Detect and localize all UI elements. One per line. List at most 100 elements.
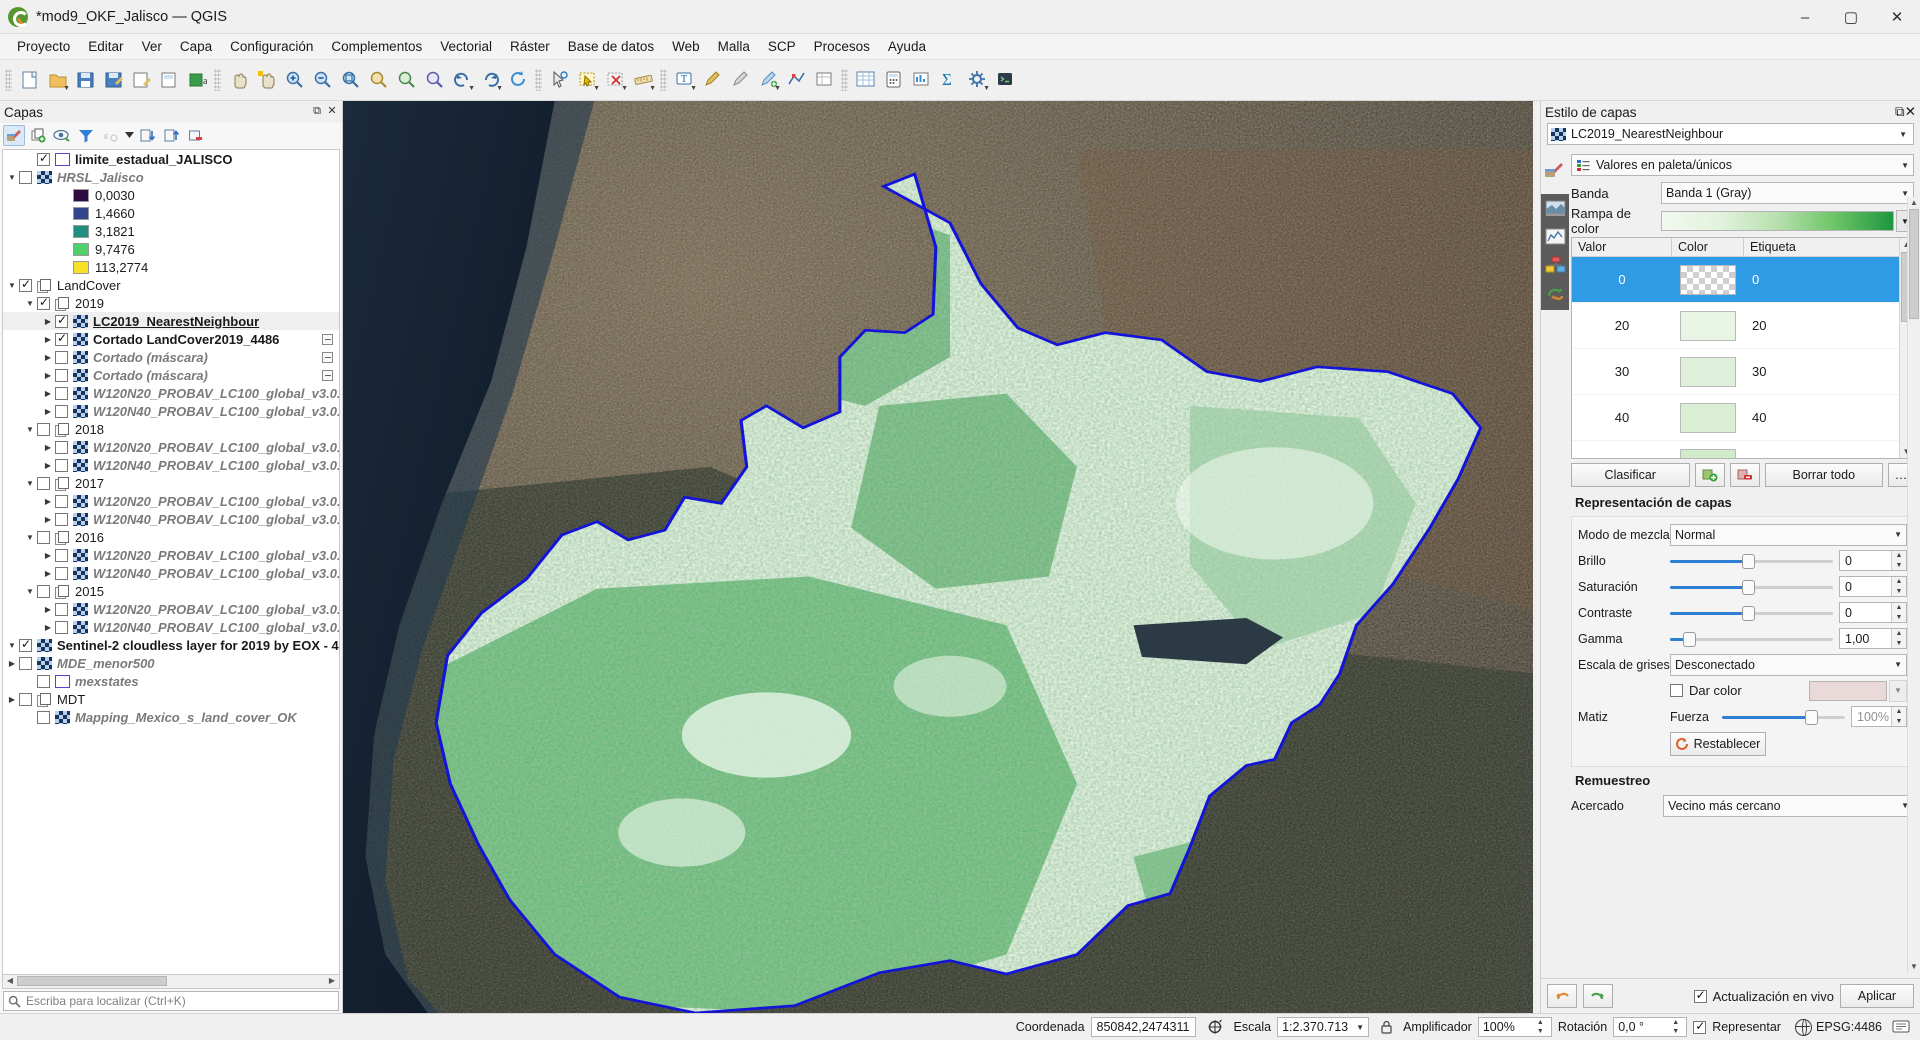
zoom-out-icon[interactable] xyxy=(309,67,335,93)
saturation-slider[interactable] xyxy=(1670,577,1833,597)
blend-mode-select[interactable]: Normal ▼ xyxy=(1670,523,1907,546)
chevron-right-icon[interactable]: ▶ xyxy=(41,389,55,398)
layer-tree-row[interactable]: ▶ Cortado LandCover2019_4486 xyxy=(3,330,339,348)
layer-visibility-checkbox[interactable] xyxy=(37,710,50,724)
style-panel-scrollbar[interactable]: ▲ ▼ xyxy=(1907,197,1920,973)
tab-rendering[interactable] xyxy=(1545,256,1566,276)
close-icon[interactable]: ✕ xyxy=(1905,104,1916,120)
layer-tree-row[interactable]: ▼ HRSL_Jalisco xyxy=(3,168,339,186)
label-cell[interactable]: 50 xyxy=(1744,456,1913,458)
menu-complementos[interactable]: Complementos xyxy=(322,36,431,57)
chevron-right-icon[interactable]: ▶ xyxy=(41,569,55,578)
scroll-down-icon[interactable]: ▼ xyxy=(1908,961,1920,973)
colorize-color-button[interactable] xyxy=(1809,680,1887,701)
color-swatch[interactable] xyxy=(1680,356,1736,387)
menu-vectorial[interactable]: Vectorial xyxy=(431,36,501,57)
layer-visibility-checkbox[interactable] xyxy=(37,674,50,688)
menu-scp[interactable]: SCP xyxy=(759,36,805,57)
undock-icon[interactable]: ⧉ xyxy=(311,106,323,118)
toolbar-grip[interactable] xyxy=(841,68,848,91)
menu-capa[interactable]: Capa xyxy=(171,36,221,57)
label-cell[interactable]: 0 xyxy=(1744,272,1913,287)
field-calculator-icon[interactable] xyxy=(880,67,906,93)
scroll-left-icon[interactable]: ◀ xyxy=(3,975,17,987)
scroll-right-icon[interactable]: ▶ xyxy=(325,975,339,987)
tab-transparency[interactable] xyxy=(1545,200,1566,220)
sum-icon[interactable]: Σ xyxy=(936,67,962,93)
layer-tree-row[interactable]: ▶ W120N20_PROBAV_LC100_global_v3.0. xyxy=(3,492,339,510)
layout-manager-icon[interactable] xyxy=(156,67,182,93)
new-print-layout-icon[interactable] xyxy=(128,67,154,93)
chevron-right-icon[interactable]: ▶ xyxy=(41,605,55,614)
zoom-native-icon[interactable] xyxy=(421,67,447,93)
contrast-spinbox[interactable]: 0 ▲ ▼ xyxy=(1839,602,1907,623)
layer-tree-row[interactable]: ▼ Sentinel-2 cloudless layer for 2019 by … xyxy=(3,636,339,654)
tab-undo-redo[interactable] xyxy=(1545,284,1566,304)
layer-visibility-checkbox[interactable] xyxy=(55,602,68,616)
chevron-down-icon[interactable]: ▼ xyxy=(23,425,37,434)
crs-status[interactable]: EPSG:4486 xyxy=(1794,1018,1882,1036)
color-cell[interactable] xyxy=(1672,310,1744,341)
layer-visibility-checkbox[interactable] xyxy=(19,170,32,184)
layer-tree-row[interactable]: ▶ MDE_menor500 xyxy=(3,654,339,672)
zoom-selection-icon[interactable] xyxy=(365,67,391,93)
value-table-row[interactable]: 20 20 xyxy=(1572,303,1913,349)
layer-tree-row[interactable]: 9,7476 xyxy=(3,240,339,258)
toolbar-grip[interactable] xyxy=(535,68,542,91)
chevron-down-icon[interactable]: ▼ xyxy=(63,85,70,92)
pan-to-selection-icon[interactable] xyxy=(253,67,279,93)
chevron-down-icon[interactable]: ▼ xyxy=(690,85,697,92)
menu-editar[interactable]: Editar xyxy=(79,36,132,57)
spinner-arrows[interactable]: ▲ ▼ xyxy=(1891,577,1906,596)
layer-tree-row[interactable]: ▶ W120N40_PROBAV_LC100_global_v3.0. xyxy=(3,618,339,636)
chevron-down-icon[interactable]: ▼ xyxy=(774,85,781,92)
layer-tree-row[interactable]: ▼ 2016 xyxy=(3,528,339,546)
layer-tree-row[interactable]: ▶ W120N40_PROBAV_LC100_global_v3.0. xyxy=(3,510,339,528)
layer-tree-row[interactable]: 1,4660 xyxy=(3,204,339,222)
maximize-button[interactable]: ▢ xyxy=(1828,0,1874,34)
brightness-slider[interactable] xyxy=(1670,551,1833,571)
menu-raster[interactable]: Ráster xyxy=(501,36,559,57)
layer-tree-row[interactable]: ▼ 2015 xyxy=(3,582,339,600)
search-input[interactable]: Escriba para localizar (Ctrl+K) xyxy=(3,991,339,1011)
open-attribute-table-icon[interactable] xyxy=(852,67,878,93)
new-project-icon[interactable] xyxy=(16,67,42,93)
apply-button[interactable]: Aplicar xyxy=(1840,984,1914,1008)
open-project-icon[interactable]: ▼ xyxy=(44,67,70,93)
toolbar-grip[interactable] xyxy=(214,68,221,91)
live-update-checkbox[interactable] xyxy=(1693,988,1707,1003)
layer-visibility-checkbox[interactable] xyxy=(37,422,50,436)
value-table-row[interactable]: 40 40 xyxy=(1572,395,1913,441)
chevron-right-icon[interactable]: ▶ xyxy=(41,497,55,506)
band-select[interactable]: Banda 1 (Gray) ▼ xyxy=(1661,182,1914,204)
layer-tree-row[interactable]: ▶ W120N40_PROBAV_LC100_global_v3.0. xyxy=(3,402,339,420)
remove-layer-icon[interactable] xyxy=(185,125,207,146)
chevron-right-icon[interactable]: ▶ xyxy=(5,695,19,704)
identify-features-icon[interactable] xyxy=(546,67,572,93)
menu-ayuda[interactable]: Ayuda xyxy=(879,36,935,57)
chevron-down-icon[interactable]: ▼ xyxy=(5,641,19,650)
live-update-row[interactable]: Actualización en vivo xyxy=(1693,988,1834,1004)
layer-tree-row[interactable]: ▶ W120N20_PROBAV_LC100_global_v3.0. xyxy=(3,546,339,564)
close-icon[interactable]: ✕ xyxy=(326,106,338,118)
chevron-down-icon[interactable]: ▼ xyxy=(23,587,37,596)
chevron-down-icon[interactable]: ▼ xyxy=(1899,130,1910,139)
chevron-right-icon[interactable]: ▶ xyxy=(41,335,55,344)
save-project-icon[interactable] xyxy=(72,67,98,93)
value-cell[interactable]: 30 xyxy=(1572,364,1672,379)
layer-visibility-checkbox[interactable] xyxy=(55,566,68,580)
color-cell[interactable] xyxy=(1672,264,1744,295)
color-cell[interactable] xyxy=(1672,356,1744,387)
layer-visibility-checkbox[interactable] xyxy=(37,295,50,310)
spinner-arrows[interactable]: ▲ ▼ xyxy=(1534,1018,1547,1036)
text-annotation-icon[interactable]: T ▼ xyxy=(671,67,697,93)
rotation-spinbox[interactable]: 0,0 ° ▲ ▼ xyxy=(1613,1017,1688,1037)
tab-symbology[interactable] xyxy=(1544,159,1566,188)
modify-attributes-icon[interactable] xyxy=(811,67,837,93)
grayscale-select[interactable]: Desconectado ▼ xyxy=(1670,653,1907,676)
save-project-as-icon[interactable] xyxy=(100,67,126,93)
layer-visibility-checkbox[interactable] xyxy=(37,530,50,544)
style-manager-icon[interactable]: a xyxy=(184,67,210,93)
layer-visibility-checkbox[interactable] xyxy=(55,404,68,418)
layer-visibility-checkbox[interactable] xyxy=(19,656,32,670)
